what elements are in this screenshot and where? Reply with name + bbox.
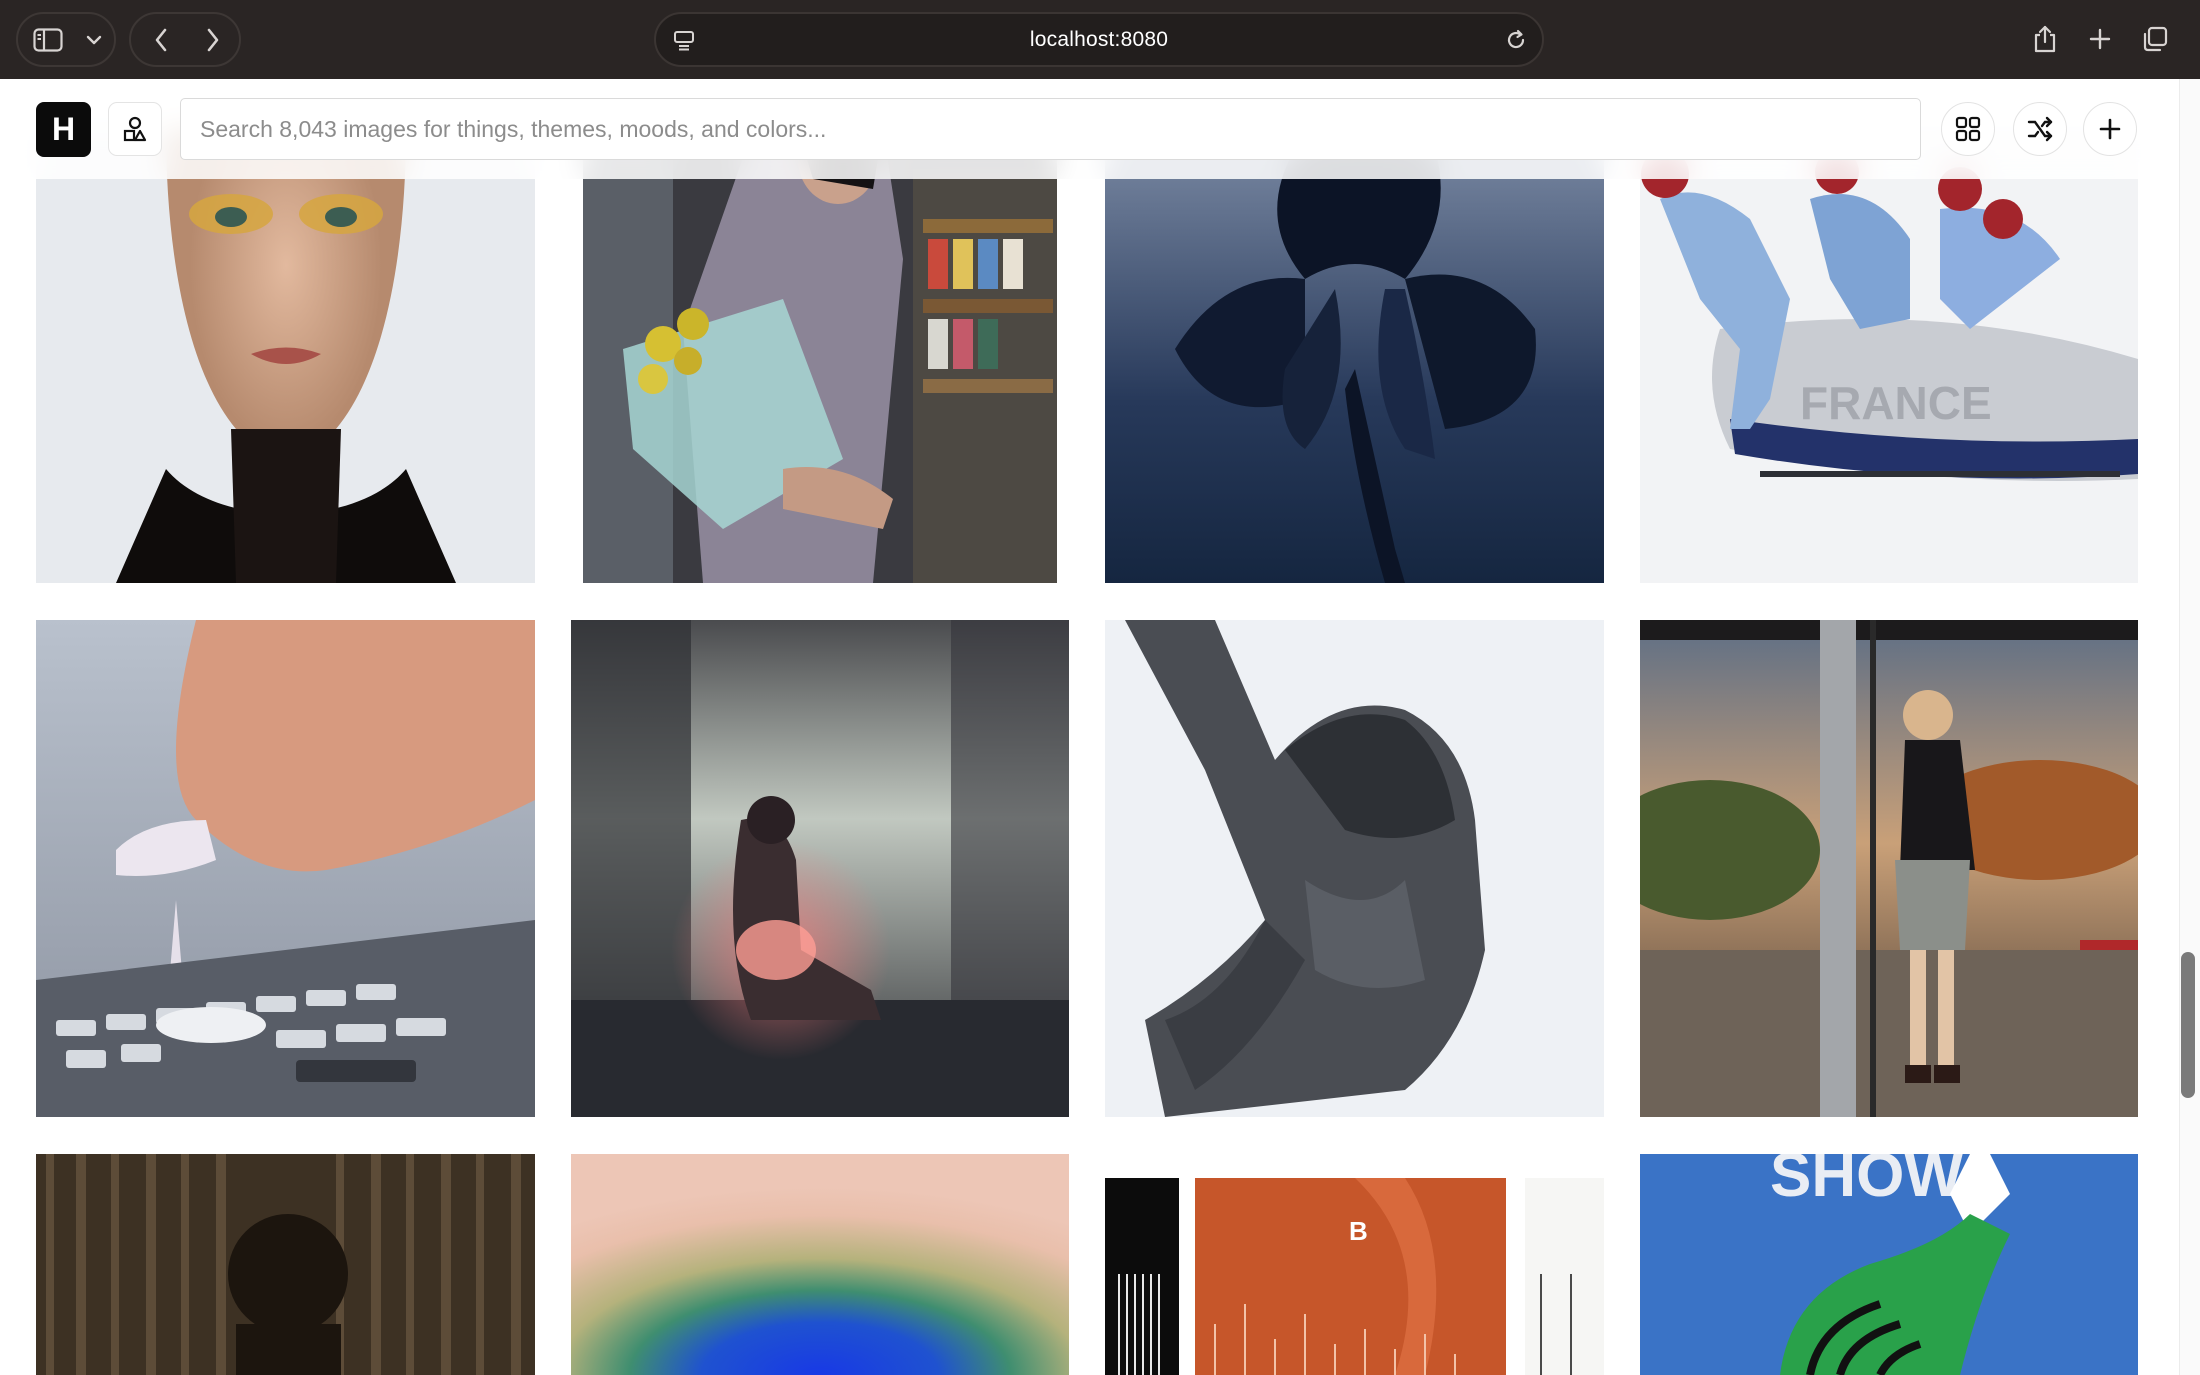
grid-view-icon bbox=[1955, 116, 1981, 142]
svg-text:FRANCE: FRANCE bbox=[1800, 377, 1992, 429]
new-tab-button[interactable] bbox=[2075, 14, 2125, 64]
sidebar-button[interactable] bbox=[28, 14, 68, 65]
gallery-tile[interactable] bbox=[571, 620, 1069, 1117]
share-button[interactable] bbox=[2020, 14, 2070, 64]
add-icon bbox=[2099, 118, 2121, 140]
reload-icon bbox=[1507, 29, 1525, 48]
tab-group-menu-button[interactable] bbox=[80, 14, 108, 65]
share-icon bbox=[2034, 25, 2056, 53]
gallery-image-hoodie bbox=[1105, 620, 1604, 1117]
gallery-tile[interactable] bbox=[1105, 620, 1604, 1117]
gallery-image-glow-figure bbox=[571, 620, 1069, 1117]
gallery-image-portrait bbox=[36, 129, 535, 583]
gallery-tile[interactable] bbox=[571, 1154, 1069, 1375]
chevron-down-icon bbox=[86, 35, 102, 44]
scrollbar-thumb[interactable] bbox=[2181, 952, 2195, 1098]
add-image-button[interactable] bbox=[2083, 102, 2137, 156]
shuffle-button[interactable] bbox=[2013, 102, 2067, 156]
gallery-image-bus-stop bbox=[1640, 620, 2138, 1117]
tab-overview-button[interactable] bbox=[2130, 14, 2180, 64]
gallery-image-nail-keyboard bbox=[36, 620, 535, 1117]
gallery-tile[interactable]: FRANCE bbox=[1640, 129, 2138, 583]
shapes-filter-button[interactable] bbox=[108, 102, 162, 156]
app-logo[interactable]: H bbox=[36, 102, 91, 157]
address-bar[interactable]: localhost:8080 bbox=[654, 12, 1544, 67]
gallery-tile[interactable]: B bbox=[1105, 1154, 1604, 1375]
browser-toolbar: localhost:8080 bbox=[0, 0, 2200, 79]
gallery-image-show-poster: SHOW bbox=[1640, 1154, 2138, 1375]
search-input[interactable] bbox=[180, 98, 1921, 160]
sidebar-icon bbox=[33, 27, 63, 52]
new-tab-icon bbox=[2089, 28, 2111, 50]
forward-icon bbox=[207, 28, 219, 51]
gallery-image-gradient-orb bbox=[571, 1154, 1069, 1375]
forward-button[interactable] bbox=[191, 14, 235, 65]
gallery-tile[interactable] bbox=[1640, 620, 2138, 1117]
scrollbar-track[interactable] bbox=[2179, 79, 2200, 1375]
gallery-tile[interactable]: SHOW bbox=[1640, 1154, 2138, 1375]
gallery-tile[interactable] bbox=[583, 129, 1057, 583]
back-icon bbox=[155, 28, 167, 51]
svg-text:B: B bbox=[1349, 1216, 1368, 1246]
gallery-image-bobsleigh: FRANCE bbox=[1640, 129, 2138, 583]
shuffle-icon bbox=[2027, 116, 2053, 142]
grid-view-button[interactable] bbox=[1941, 102, 1995, 156]
svg-text:SHOW: SHOW bbox=[1770, 1154, 1963, 1210]
back-button[interactable] bbox=[139, 14, 183, 65]
gallery-tile[interactable] bbox=[36, 129, 535, 583]
gallery-image-iris bbox=[1105, 129, 1604, 583]
navigation-group bbox=[129, 12, 241, 67]
gallery-tile[interactable] bbox=[1105, 129, 1604, 583]
app-header: H bbox=[0, 79, 2200, 179]
gallery-image-poster-b: B bbox=[1105, 1154, 1604, 1375]
gallery-tile[interactable] bbox=[36, 1154, 535, 1375]
shapes-icon bbox=[123, 116, 147, 142]
sidebar-toggle-group bbox=[16, 12, 116, 67]
tab-overview-icon bbox=[2143, 26, 2168, 52]
gallery-image-bouquet bbox=[583, 129, 1057, 583]
gallery-tile[interactable] bbox=[36, 620, 535, 1117]
url-text: localhost:8080 bbox=[1029, 28, 1169, 51]
gallery-image-curtain bbox=[36, 1154, 535, 1375]
reload-button[interactable] bbox=[1496, 14, 1536, 65]
